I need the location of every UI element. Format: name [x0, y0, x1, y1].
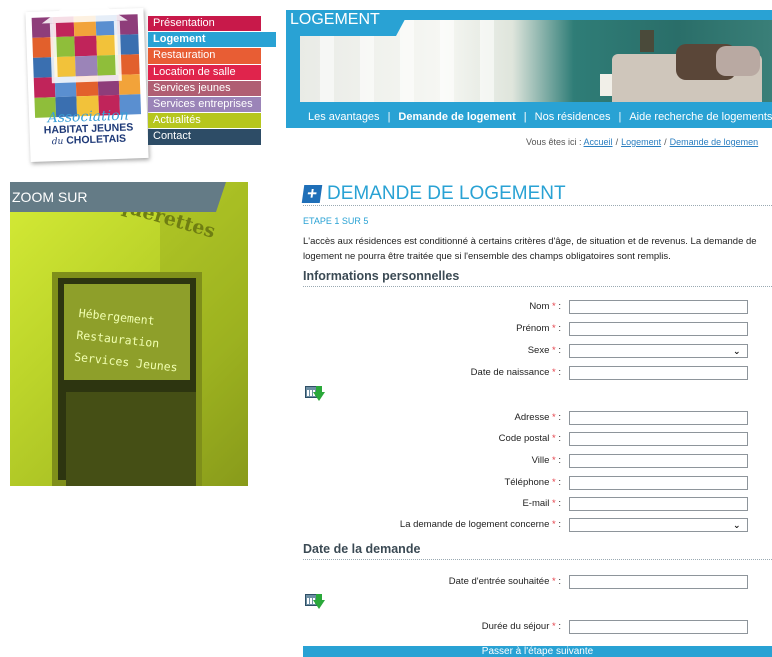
telephone-label: Téléphone * : [504, 477, 561, 488]
naissance-input[interactable] [569, 366, 748, 380]
menu-item-actualites[interactable]: Actualités [148, 113, 261, 129]
prenom-label: Prénom * : [516, 323, 561, 334]
form-row-prenom: Prénom * : [303, 322, 772, 338]
menu-item-contact[interactable]: Contact [148, 129, 261, 145]
subnav-residences[interactable]: Nos résidences [535, 111, 611, 123]
form-row-duree-sejour: Durée du séjour * : [303, 620, 772, 636]
menu-item-presentation[interactable]: Présentation [148, 16, 261, 32]
menu-item-services-entreprises[interactable]: Services entreprises [148, 96, 261, 113]
main-content: + DEMANDE DE LOGEMENT ETAPE 1 SUR 5 L'ac… [301, 182, 772, 657]
zoom-panel[interactable]: es Pâquerettes Hébergement Restauration … [10, 182, 248, 486]
telephone-input[interactable] [569, 476, 748, 490]
plus-icon: + [301, 184, 323, 203]
subnav-aide-recherche[interactable]: Aide recherche de logements [629, 111, 772, 123]
nom-label: Nom * : [529, 301, 561, 312]
association-logo[interactable]: Association HABITAT JEUNES du CHOLETAIS [25, 7, 149, 163]
zoom-window-lettering: Hébergement Restauration Services Jeunes [73, 305, 179, 375]
breadcrumb-logement[interactable]: Logement [621, 137, 661, 147]
form-row-date-entree: Date d'entrée souhaitée * : [303, 575, 772, 591]
breadcrumb-accueil[interactable]: Accueil [584, 137, 613, 147]
date-entree-label: Date d'entrée souhaitée * : [448, 576, 561, 587]
prenom-input[interactable] [569, 322, 748, 336]
menu-item-restauration[interactable]: Restauration [148, 48, 261, 64]
breadcrumb-prefix: Vous êtes ici : [526, 137, 582, 147]
ville-input[interactable] [569, 454, 748, 468]
menu-item-location-salle[interactable]: Location de salle [148, 64, 261, 80]
zoom-photo: es Pâquerettes Hébergement Restauration … [10, 182, 248, 486]
next-step-button[interactable]: Passer à l'étape suivante [303, 646, 772, 657]
form-row-sexe: Sexe * : ⌄ [303, 344, 772, 360]
logo-choletais-text: du CHOLETAIS [51, 132, 127, 148]
subnav-avantages[interactable]: Les avantages [308, 111, 380, 123]
zoom-title: ZOOM SUR [10, 182, 226, 212]
house-icon [49, 20, 122, 84]
code-postal-label: Code postal * : [498, 433, 561, 444]
calendar-icon[interactable] [305, 386, 325, 404]
banner-title: LOGEMENT [286, 10, 410, 36]
sexe-select[interactable] [569, 344, 748, 358]
duree-sejour-label: Durée du séjour * : [481, 621, 561, 632]
demande-concerne-select[interactable] [569, 518, 748, 532]
section-banner: LOGEMENT Les avantages | Demande de logeme… [286, 10, 772, 128]
main-menu: Présentation Logement Restauration Locat… [148, 16, 276, 146]
form-row-ville: Ville * : [303, 454, 772, 470]
section-title-date-demande: Date de la demande [303, 540, 772, 560]
nom-input[interactable] [569, 300, 748, 314]
adresse-label: Adresse * : [514, 412, 561, 423]
email-input[interactable] [569, 497, 748, 511]
section-title-informations: Informations personnelles [303, 267, 772, 287]
breadcrumb-demande[interactable]: Demande de logemen [670, 137, 759, 147]
code-postal-input[interactable] [569, 432, 748, 446]
menu-item-logement[interactable]: Logement [148, 32, 276, 48]
email-label: E-mail * : [522, 498, 561, 509]
form-row-telephone: Téléphone * : [303, 476, 772, 492]
demande-concerne-label: La demande de logement concerne * : [399, 519, 561, 530]
menu-item-services-jeunes[interactable]: Services jeunes [148, 80, 261, 96]
adresse-input[interactable] [569, 411, 748, 425]
form-row-nom: Nom * : [303, 300, 772, 316]
subnav-demande-logement[interactable]: Demande de logement [398, 111, 515, 123]
duree-sejour-input[interactable] [569, 620, 748, 634]
form-row-naissance: Date de naissance * : [303, 366, 772, 382]
form-row-email: E-mail * : [303, 497, 772, 513]
intro-text: L'accès aux résidences est conditionné à… [303, 236, 757, 262]
logo-mosaic [31, 14, 142, 118]
page-title: + DEMANDE DE LOGEMENT [301, 182, 772, 206]
step-indicator: ETAPE 1 SUR 5 [303, 216, 369, 226]
form-row-adresse: Adresse * : [303, 411, 772, 427]
logo-association-text: Association [47, 107, 129, 127]
ville-label: Ville * : [531, 455, 561, 466]
sub-navigation: Les avantages | Demande de logement | Nos ré… [308, 111, 772, 123]
title-divider [303, 205, 772, 206]
form-row-demande-concerne: La demande de logement concerne * : ⌄ [303, 518, 772, 534]
form-row-code-postal: Code postal * : [303, 432, 772, 448]
sexe-label: Sexe * : [527, 345, 561, 356]
naissance-label: Date de naissance * : [470, 367, 561, 378]
calendar-icon[interactable] [305, 594, 325, 612]
breadcrumb: Vous êtes ici : Accueil / Logement / Demande… [526, 137, 759, 147]
date-entree-input[interactable] [569, 575, 748, 589]
